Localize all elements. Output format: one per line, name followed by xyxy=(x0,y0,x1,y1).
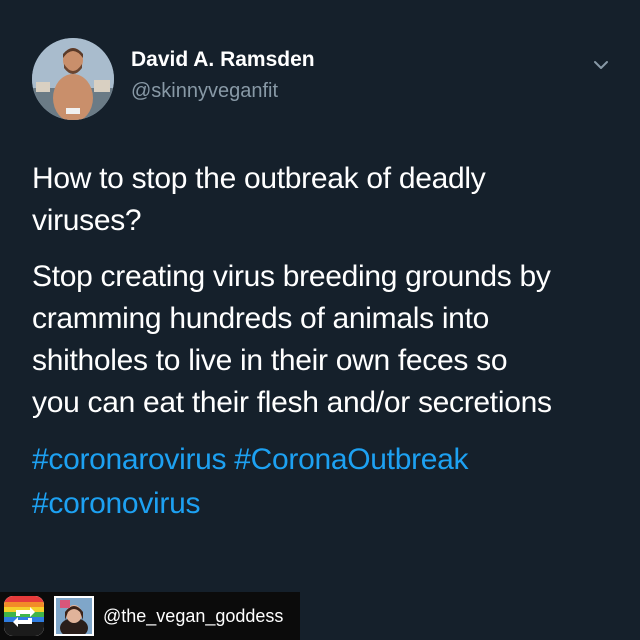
tweet-body: How to stop the outbreak of deadly virus… xyxy=(32,158,622,526)
tweet-line: cramming hundreds of animals into xyxy=(32,302,489,335)
tweet-line: you can eat their flesh and/or secretion… xyxy=(32,386,552,419)
author-name[interactable]: David A. Ramsden xyxy=(131,48,315,72)
regram-app-icon[interactable] xyxy=(4,596,44,636)
tweet-paragraph-answer: Stop creating virus breeding grounds by … xyxy=(32,256,622,424)
regram-user-avatar[interactable] xyxy=(54,596,94,636)
regram-bar: @the_vegan_goddess xyxy=(0,592,300,640)
hashtag-link[interactable]: #coronarovirus #CoronaOutbreak xyxy=(32,438,622,482)
tweet-line: Stop creating virus breeding grounds by xyxy=(32,260,551,293)
hashtag-link[interactable]: #coronovirus xyxy=(32,482,622,526)
tweet-line: How to stop the outbreak of deadly xyxy=(32,162,486,195)
regram-username[interactable]: @the_vegan_goddess xyxy=(103,606,283,627)
author-handle[interactable]: @skinnyveganfit xyxy=(131,80,278,103)
chevron-down-icon[interactable] xyxy=(591,55,611,75)
tweet-hashtags: #coronarovirus #CoronaOutbreak #coronovi… xyxy=(32,438,622,526)
tweet-line: shitholes to live in their own feces so xyxy=(32,344,508,377)
author-avatar[interactable] xyxy=(32,38,114,120)
tweet-paragraph-question: How to stop the outbreak of deadly virus… xyxy=(32,158,622,242)
tweet-line: viruses? xyxy=(32,204,142,237)
